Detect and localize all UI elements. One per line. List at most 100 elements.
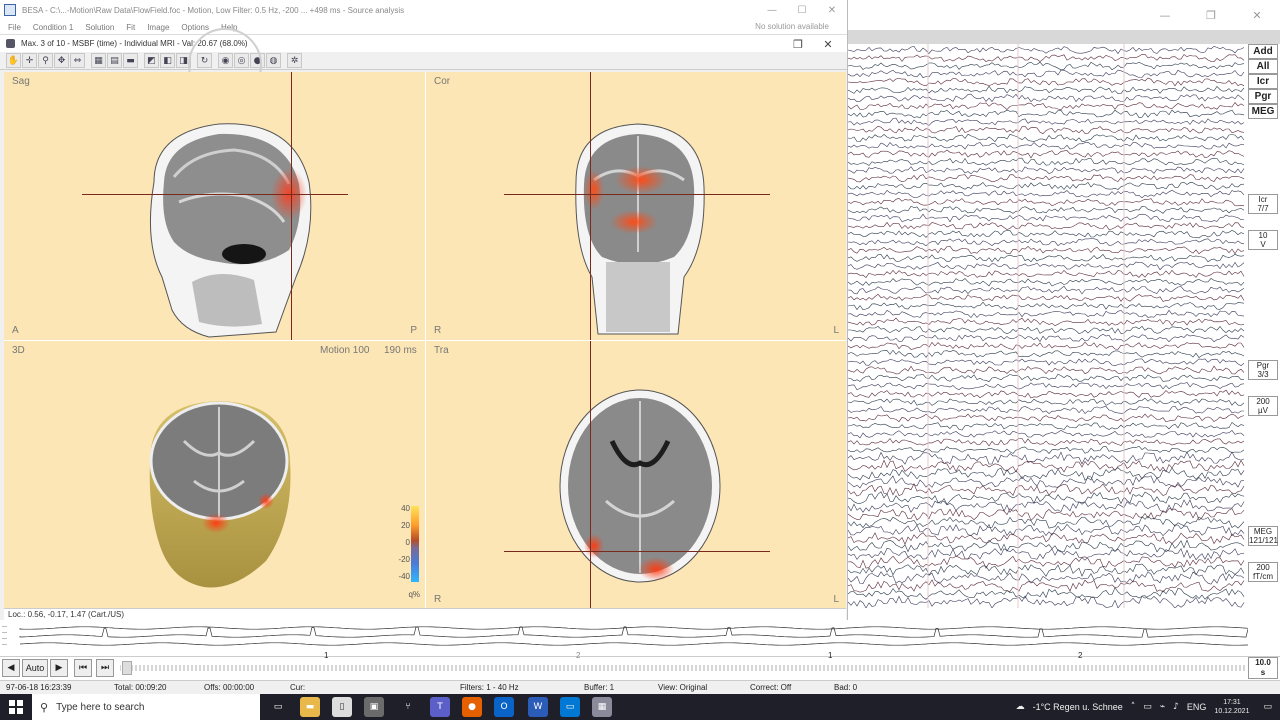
auto-button[interactable]: Auto — [22, 659, 48, 677]
coronal-panel[interactable]: Cor R L — [426, 72, 847, 340]
restore-icon[interactable]: ❐ — [783, 35, 813, 53]
pgr-scale-value: 200 — [1256, 397, 1270, 406]
all-button[interactable]: All — [1248, 59, 1278, 74]
menu-fit[interactable]: Fit — [126, 23, 135, 32]
pgr-button[interactable]: Pgr — [1248, 89, 1278, 104]
maximize-icon[interactable]: ☐ — [787, 0, 817, 20]
besa-taskbar-icon[interactable]: ▦ — [592, 697, 612, 717]
menu-bar: File Condition 1 Solution Fit Image Opti… — [0, 20, 847, 34]
view-grid-icon[interactable]: ▤ — [107, 53, 122, 68]
volume-icon[interactable]: ♪ — [1173, 702, 1179, 712]
transverse-panel[interactable]: Tra R L — [426, 341, 847, 609]
eeg-traces — [848, 44, 1245, 608]
eeg-channel-trace — [848, 459, 1245, 473]
battery-icon[interactable]: ▭ — [1143, 702, 1152, 712]
close-icon[interactable]: ✕ — [817, 0, 847, 20]
zoom-icon[interactable]: ⚲ — [38, 53, 53, 68]
file-explorer-icon[interactable]: ▬ — [300, 697, 320, 717]
windows-taskbar: ⚲ Type here to search ▭ ▬ ▯ ▣ ⑂ T ● O W … — [0, 694, 1280, 720]
view-layout-icon[interactable]: ▦ — [91, 53, 106, 68]
brain-slice-icon[interactable]: ◎ — [234, 53, 249, 68]
step-back-icon[interactable]: ⏮ — [74, 659, 92, 677]
play-icon[interactable]: ▶ — [50, 659, 68, 677]
icr-button[interactable]: Icr — [1248, 74, 1278, 89]
mri-viewer: Sag A P Cor R L 3D Motion 100 190 ms 40 … — [4, 72, 847, 609]
start-button[interactable] — [0, 694, 32, 720]
firefox-icon[interactable]: ● — [462, 697, 482, 717]
sagittal-crosshair-vertical — [291, 72, 292, 340]
brain-surface-icon[interactable]: ◉ — [218, 53, 233, 68]
menu-solution[interactable]: Solution — [85, 23, 114, 32]
notepad-icon[interactable]: ▯ — [332, 697, 352, 717]
slice-icon[interactable]: ▬ — [123, 53, 138, 68]
clock-time: 17:31 — [1223, 699, 1241, 706]
pgr-montage-badge[interactable]: Pgr 3/3 — [1248, 360, 1278, 380]
weather-text[interactable]: -1°C Regen u. Schnee — [1033, 702, 1123, 712]
app-icon[interactable]: ▣ — [364, 697, 384, 717]
time-scrollbar[interactable]: 1 2 1 2 — [120, 651, 1248, 677]
close-icon[interactable]: ✕ — [1234, 0, 1280, 30]
icr-scale-badge[interactable]: 10 V — [1248, 230, 1278, 250]
close-icon[interactable]: ✕ — [813, 35, 843, 53]
network-icon[interactable]: ⌁ — [1160, 702, 1165, 712]
move-icon[interactable]: ✥ — [54, 53, 69, 68]
status-view: View: Original — [658, 683, 708, 692]
task-view-icon[interactable]: ▭ — [268, 697, 288, 717]
eeg-channel-trace — [848, 174, 1245, 183]
eeg-channel-trace — [848, 571, 1245, 585]
contrast-icon[interactable]: ◧ — [160, 53, 175, 68]
git-icon[interactable]: ⑂ — [398, 697, 418, 717]
taskbar-clock[interactable]: 17:31 10.12.2021 — [1214, 698, 1249, 716]
menu-help[interactable]: Help — [221, 23, 237, 32]
rotate-icon[interactable]: ↻ — [197, 53, 212, 68]
three-d-panel[interactable]: 3D Motion 100 190 ms 40 20 0 -20 -40 q% — [4, 341, 425, 609]
meg-button[interactable]: MEG — [1248, 104, 1278, 119]
threshold-icon[interactable]: ◩ — [144, 53, 159, 68]
head-icon[interactable]: ◍ — [266, 53, 281, 68]
meg-montage-badge[interactable]: MEG 121/121 — [1248, 526, 1278, 546]
eeg-channel-trace — [848, 157, 1245, 166]
step-forward-icon[interactable]: ⏭ — [96, 659, 114, 677]
eeg-channel-trace — [848, 221, 1245, 230]
add-button[interactable]: Add — [1248, 44, 1278, 59]
menu-image[interactable]: Image — [147, 23, 169, 32]
outlook-icon[interactable]: O — [494, 697, 514, 717]
time-scale-badge[interactable]: 10.0 s — [1248, 657, 1278, 679]
pgr-badge-label: Pgr — [1256, 361, 1270, 370]
source-icon[interactable]: ● — [250, 53, 265, 68]
status-filters: Filters: 1 - 40 Hz — [460, 683, 519, 692]
time-scroll-thumb[interactable] — [122, 661, 132, 675]
settings-icon[interactable]: ✲ — [287, 53, 302, 68]
meg-scale-badge[interactable]: 200 fT/cm — [1248, 562, 1278, 582]
menu-file[interactable]: File — [8, 23, 21, 32]
sagittal-panel[interactable]: Sag A P — [4, 72, 425, 340]
menu-options[interactable]: Options — [181, 23, 209, 32]
icr-montage-badge[interactable]: Icr 7/7 — [1248, 194, 1278, 214]
hand-icon[interactable]: ✋ — [6, 53, 21, 68]
crosshair-icon[interactable]: ✛ — [22, 53, 37, 68]
ecg-channel-labels: — — — — — [2, 624, 7, 648]
restore-icon[interactable]: ❐ — [1188, 0, 1234, 30]
language-indicator[interactable]: ENG — [1187, 702, 1207, 712]
chevron-up-icon[interactable]: ˄ — [1131, 702, 1136, 712]
rewind-icon[interactable]: ◀ — [2, 659, 20, 677]
taskbar-search[interactable]: ⚲ Type here to search — [32, 694, 260, 720]
pgr-scale-badge[interactable]: 200 µV — [1248, 396, 1278, 416]
coronal-crosshair-vertical — [590, 72, 591, 340]
eeg-channel-trace — [848, 325, 1245, 335]
windows-logo-icon — [9, 700, 23, 714]
eeg-channel-trace — [848, 333, 1245, 343]
notification-icon[interactable]: ▭ — [1263, 702, 1272, 712]
weather-icon[interactable]: ☁ — [1016, 702, 1025, 712]
teams-icon[interactable]: T — [430, 697, 450, 717]
screen-recorder-icon[interactable]: ▭ — [560, 697, 580, 717]
eeg-channel-trace — [848, 69, 1245, 79]
pan-icon[interactable]: ⇔ — [70, 53, 85, 68]
menu-condition[interactable]: Condition 1 — [33, 23, 73, 32]
minimize-icon[interactable]: — — [1142, 0, 1188, 30]
marker-label: 2 — [1078, 651, 1083, 660]
minimize-icon[interactable]: — — [757, 0, 787, 20]
word-icon[interactable]: W — [528, 697, 548, 717]
overlay-icon[interactable]: ◨ — [176, 53, 191, 68]
coronal-crosshair-horizontal — [504, 194, 770, 195]
